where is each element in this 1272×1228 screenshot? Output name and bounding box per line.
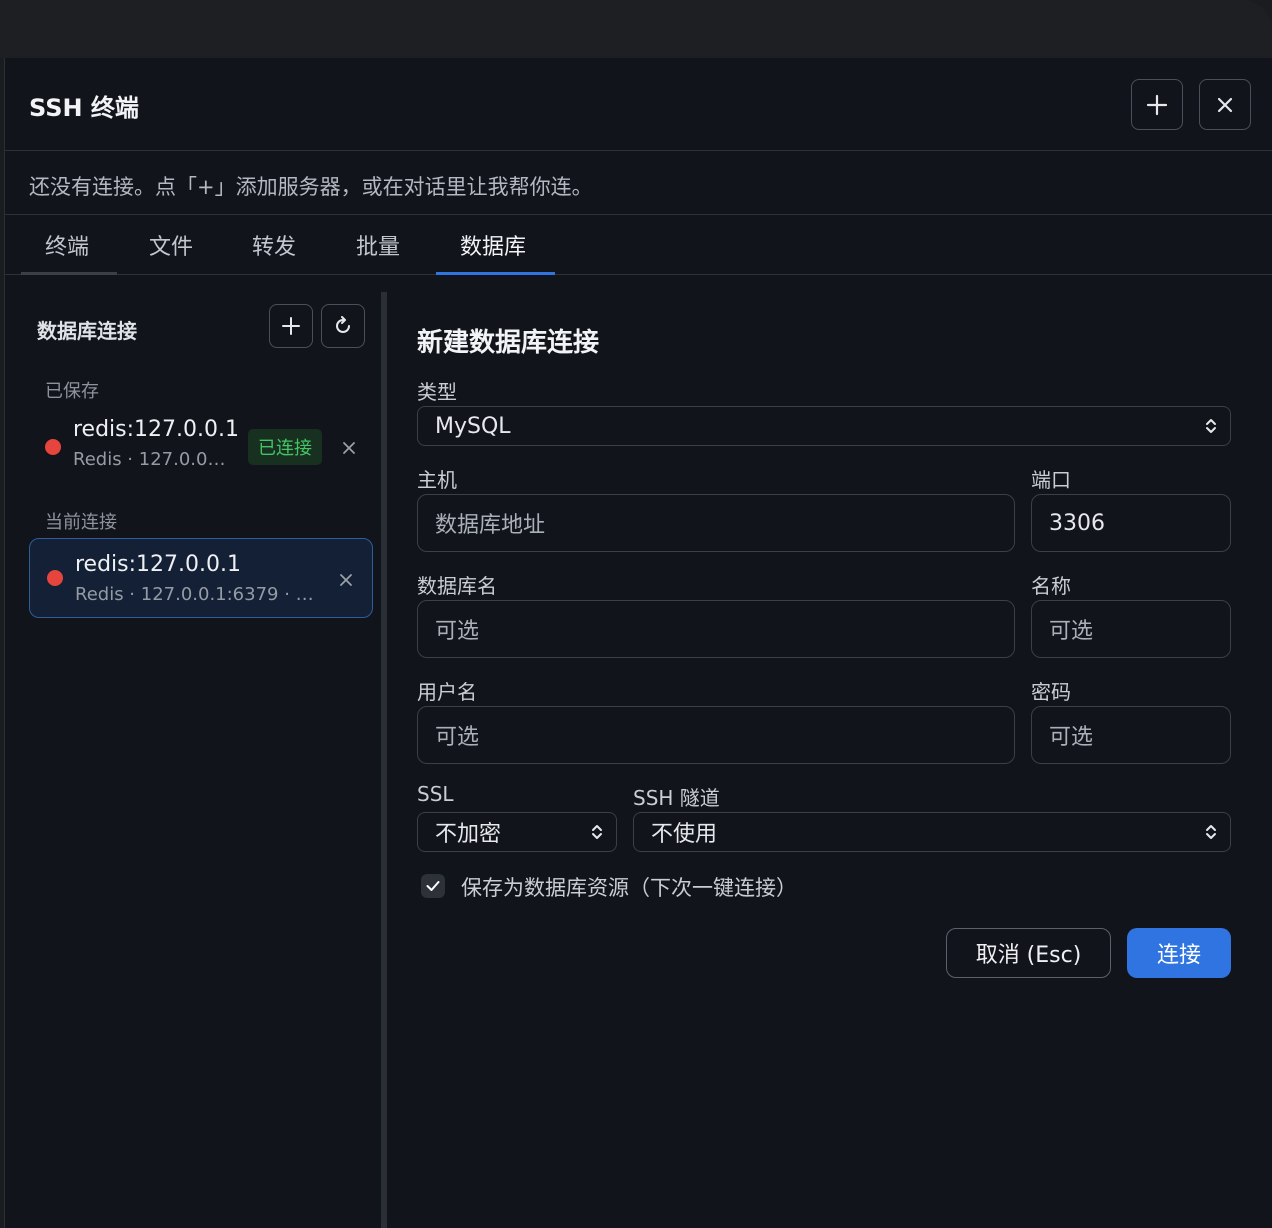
plus-icon	[282, 317, 300, 335]
ssl-label: SSL	[417, 782, 454, 806]
current-section-label: 当前连接	[45, 512, 117, 533]
panel-header: SSH 终端	[5, 58, 1272, 151]
connection-detail: Redis · 127.0.0.1:6379 · …	[75, 584, 314, 605]
tab-batch[interactable]: 批量	[356, 229, 400, 261]
sidebar-title: 数据库连接	[37, 319, 137, 343]
tab-bar: 终端 文件 转发 批量 数据库	[5, 215, 1272, 275]
dbname-input[interactable]: 可选	[417, 600, 1015, 658]
window-top-strip	[0, 0, 1272, 58]
port-label: 端口	[1031, 468, 1071, 492]
connection-detail: Redis · 127.0.0…	[73, 449, 226, 470]
tab-forwarding[interactable]: 转发	[252, 229, 296, 261]
add-db-connection-button[interactable]	[269, 304, 313, 348]
remove-saved-connection-icon[interactable]	[342, 441, 356, 455]
ssh-tunnel-label: SSH 隧道	[633, 786, 720, 810]
empty-connections-notice: 还没有连接。点「+」添加服务器，或在对话里让我帮你连。	[5, 151, 1272, 215]
chevron-updown-icon	[592, 825, 602, 839]
username-label: 用户名	[417, 680, 477, 704]
sidebar-resize-handle[interactable]	[381, 292, 387, 1228]
tab-database[interactable]: 数据库	[460, 229, 526, 261]
name-input[interactable]: 可选	[1031, 600, 1231, 658]
db-type-select[interactable]: MySQL	[417, 406, 1231, 446]
name-placeholder: 可选	[1049, 619, 1094, 644]
tab-terminal[interactable]: 终端	[45, 229, 89, 261]
status-dot-disconnected	[47, 570, 63, 586]
dbname-label: 数据库名	[417, 574, 497, 598]
ssl-select[interactable]: 不加密	[417, 812, 617, 852]
chevron-updown-icon	[1206, 825, 1216, 839]
ssh-tunnel-select[interactable]: 不使用	[633, 812, 1231, 852]
ssh-tunnel-value: 不使用	[651, 822, 718, 847]
host-label: 主机	[417, 468, 457, 492]
port-input[interactable]: 3306	[1031, 494, 1231, 552]
connection-name: redis:127.0.0.1	[75, 552, 242, 577]
host-input[interactable]: 数据库地址	[417, 494, 1015, 552]
close-panel-button[interactable]	[1199, 79, 1251, 130]
host-placeholder: 数据库地址	[435, 513, 546, 538]
username-placeholder: 可选	[435, 725, 480, 750]
connect-button[interactable]: 连接	[1127, 928, 1231, 978]
db-connections-sidebar: 数据库连接 已保存 redis:127.0.0.1 Redis · 127.0.…	[5, 275, 381, 1228]
dbname-placeholder: 可选	[435, 619, 480, 644]
panel-title: SSH 终端	[29, 94, 139, 122]
plus-icon	[1146, 94, 1168, 115]
current-connection-item[interactable]: redis:127.0.0.1 Redis · 127.0.0.1:6379 ·…	[29, 538, 373, 618]
tab-files[interactable]: 文件	[149, 229, 193, 261]
name-label: 名称	[1031, 574, 1071, 598]
refresh-button[interactable]	[321, 304, 365, 348]
connection-name: redis:127.0.0.1	[73, 417, 240, 442]
checkmark-icon	[426, 881, 440, 891]
close-icon	[1217, 97, 1233, 112]
tab-database-underline	[436, 272, 555, 275]
type-label: 类型	[417, 380, 457, 404]
add-server-button[interactable]	[1131, 79, 1183, 130]
db-type-value: MySQL	[435, 413, 511, 439]
port-value: 3306	[1049, 510, 1105, 536]
saved-section-label: 已保存	[45, 381, 99, 402]
password-input[interactable]: 可选	[1031, 706, 1231, 764]
connected-badge: 已连接	[248, 429, 322, 465]
cancel-button[interactable]: 取消 (Esc)	[946, 928, 1111, 978]
ssl-value: 不加密	[435, 822, 502, 847]
username-input[interactable]: 可选	[417, 706, 1015, 764]
save-resource-label[interactable]: 保存为数据库资源（下次一键连接）	[461, 872, 797, 902]
password-placeholder: 可选	[1049, 725, 1094, 750]
close-current-connection-icon[interactable]	[339, 573, 353, 587]
ssh-terminal-panel: SSH 终端 还没有连接。点「+」添加服务器，或在对话里让我帮你连。 终端 文件…	[4, 58, 1272, 1228]
save-resource-checkbox[interactable]	[421, 874, 445, 898]
status-dot-disconnected	[45, 439, 61, 455]
saved-connection-item[interactable]: redis:127.0.0.1 Redis · 127.0.0… 已连接	[29, 407, 373, 487]
chevron-updown-icon	[1206, 419, 1216, 433]
password-label: 密码	[1031, 680, 1071, 704]
refresh-icon	[336, 316, 350, 333]
new-db-connection-title: 新建数据库连接	[417, 328, 600, 358]
